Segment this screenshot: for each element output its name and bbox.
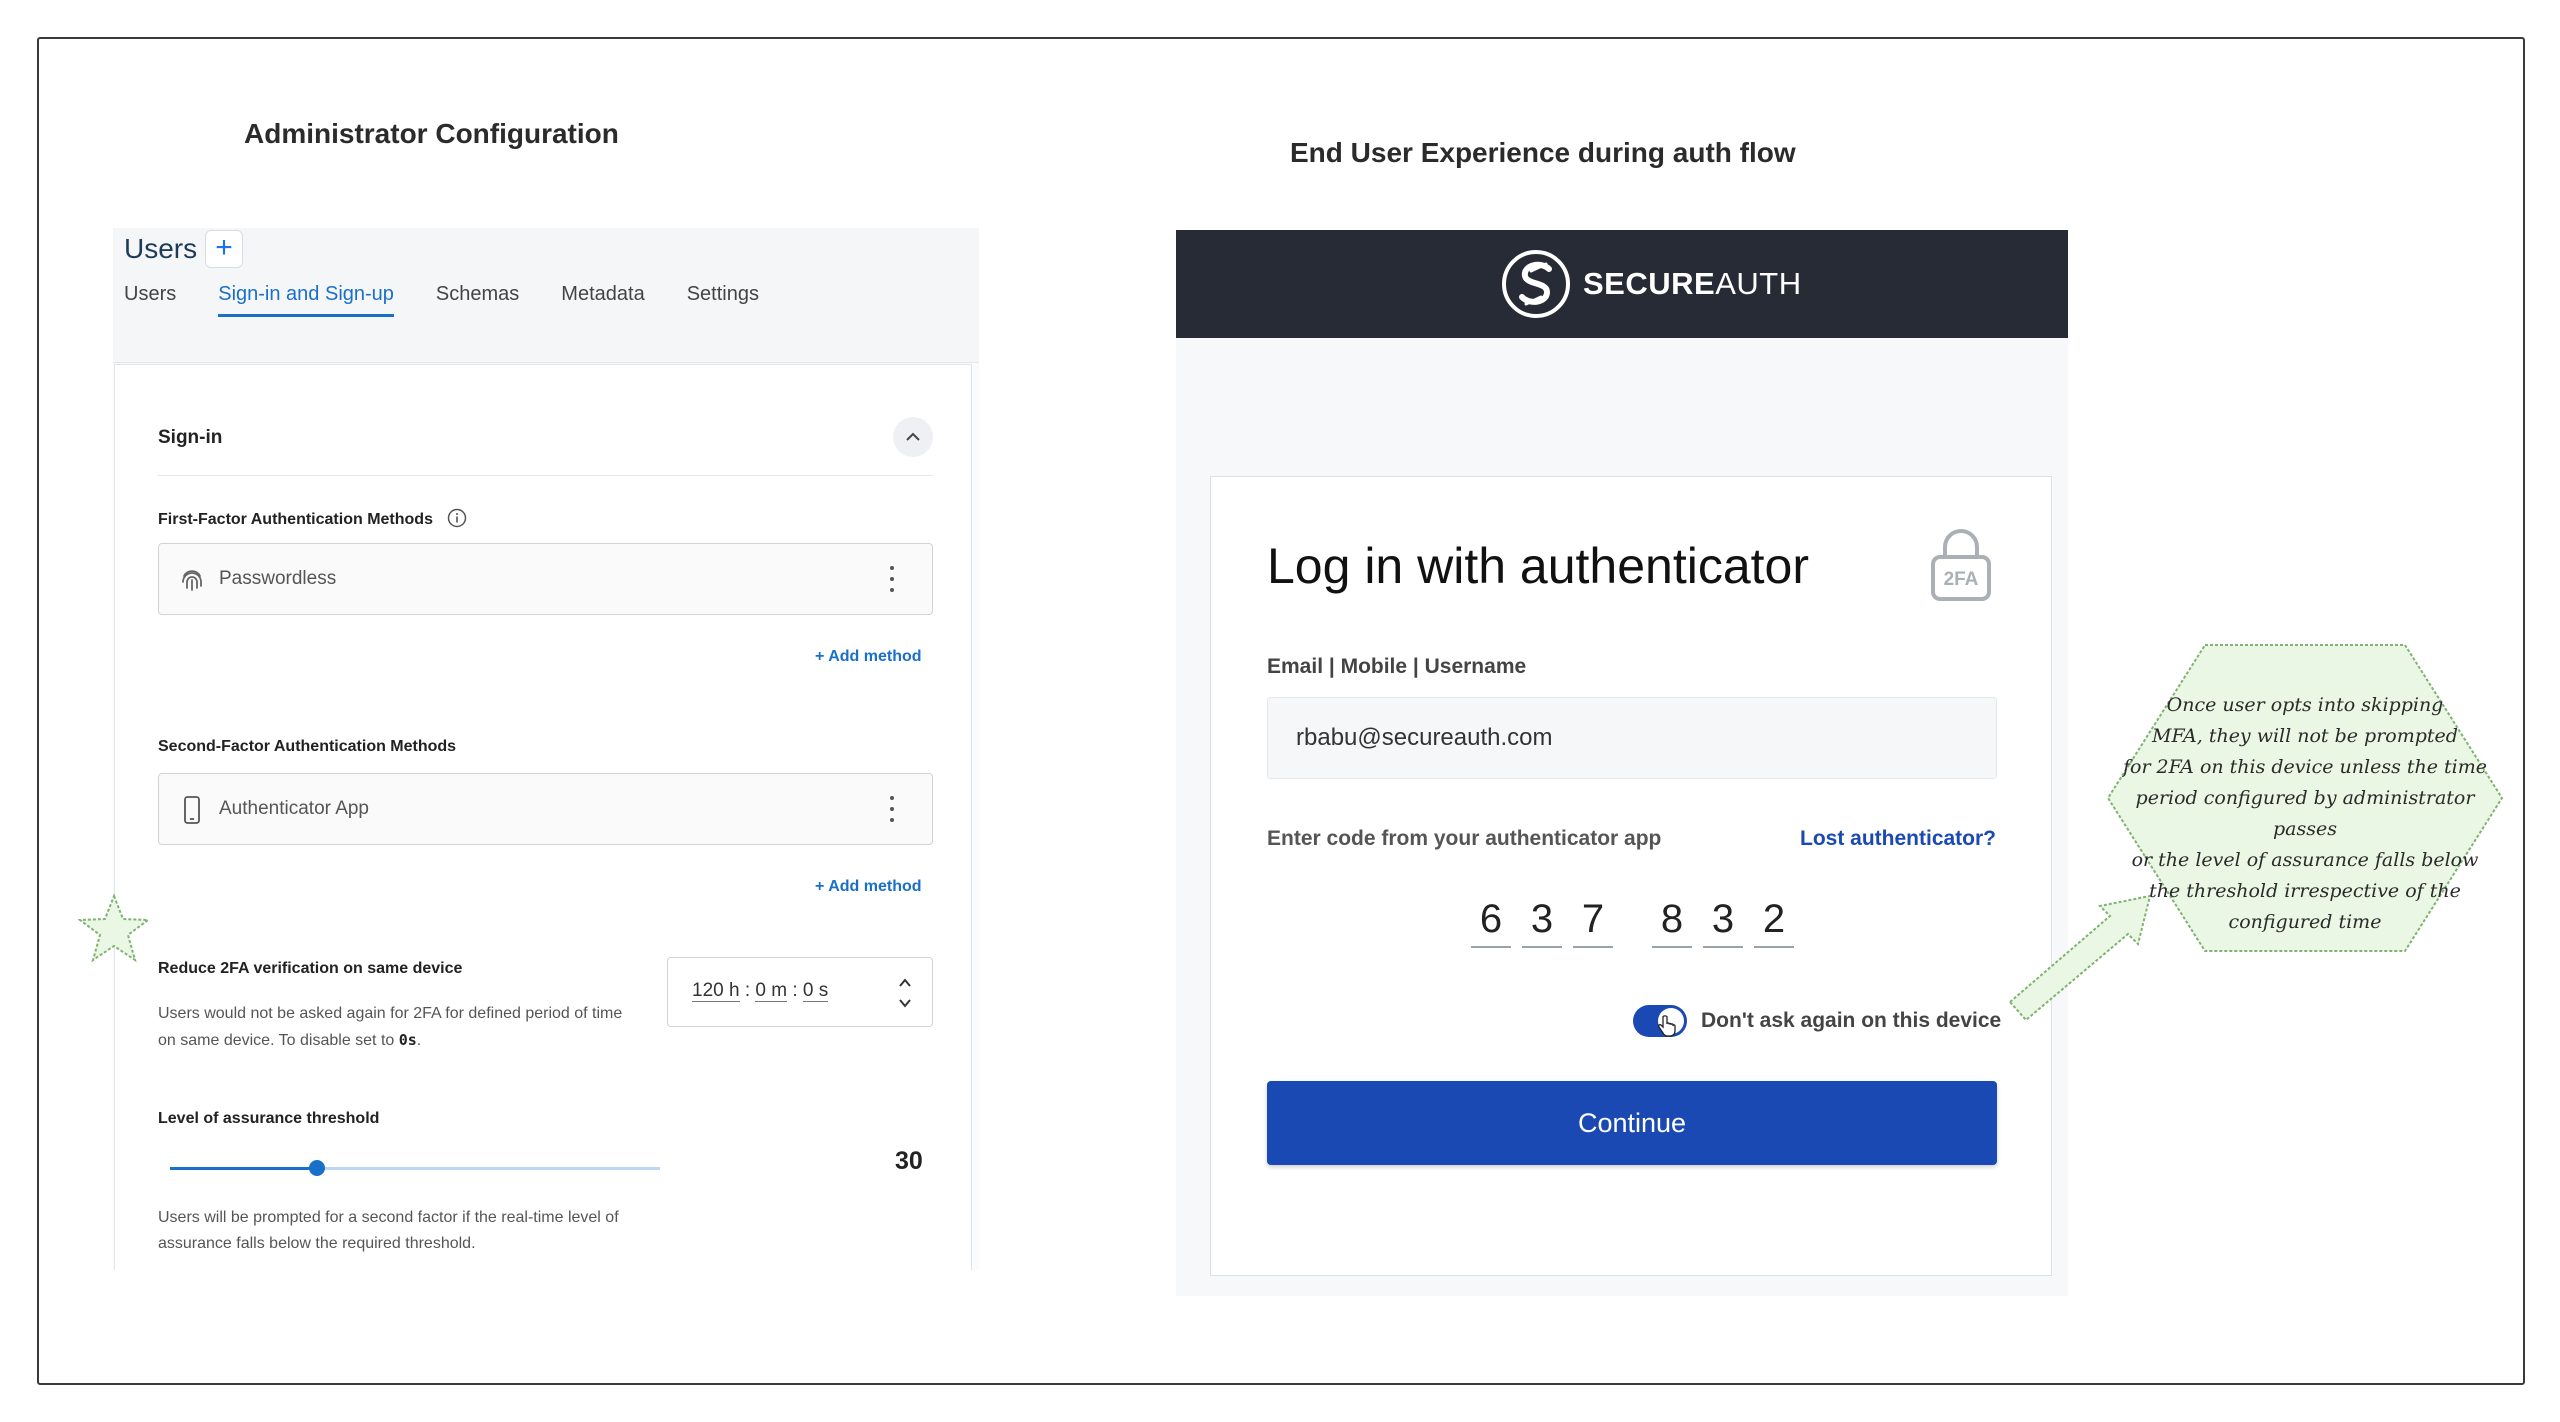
second-factor-method-label: Authenticator App bbox=[219, 798, 369, 819]
add-second-factor-method-link[interactable]: + Add method bbox=[815, 878, 922, 896]
otp-digit[interactable]: 6 bbox=[1471, 897, 1511, 948]
reduce-2fa-label: Reduce 2FA verification on same device bbox=[158, 960, 463, 977]
remember-device-label: Don't ask again on this device bbox=[1701, 1009, 2002, 1032]
first-factor-label: First-Factor Authentication Methods bbox=[158, 508, 467, 529]
end-user-heading: End User Experience during auth flow bbox=[1290, 137, 1796, 168]
add-first-factor-method-link[interactable]: + Add method bbox=[815, 648, 922, 666]
assurance-description: Users will be prompted for a second fact… bbox=[158, 1209, 619, 1252]
svg-text:2FA: 2FA bbox=[1944, 569, 1979, 590]
continue-button[interactable]: Continue bbox=[1267, 1081, 1997, 1165]
second-factor-label: Second-Factor Authentication Methods bbox=[158, 738, 457, 755]
sign-in-card: Sign-in First-Factor Authentication Meth… bbox=[114, 364, 972, 1270]
page-title: Users bbox=[124, 233, 198, 264]
admin-panel: Users + Users Sign-in and Sign-up Schema… bbox=[113, 228, 979, 1270]
collapse-button[interactable] bbox=[893, 417, 933, 457]
tab-users[interactable]: Users bbox=[124, 283, 176, 317]
otp-digit[interactable]: 7 bbox=[1573, 897, 1613, 948]
lock-2fa-icon: 2FA bbox=[1931, 529, 1991, 601]
section-divider bbox=[158, 475, 933, 476]
second-factor-method[interactable]: Authenticator App bbox=[158, 773, 933, 845]
admin-heading: Administrator Configuration bbox=[244, 118, 619, 149]
brand-header: SECUREAUTH bbox=[1176, 230, 2068, 338]
login-title: Log in with authenticator bbox=[1267, 538, 1810, 594]
more-options-icon[interactable] bbox=[888, 796, 896, 822]
otp-digit[interactable]: 2 bbox=[1754, 897, 1794, 948]
tab-settings[interactable]: Settings bbox=[687, 283, 759, 317]
tab-metadata[interactable]: Metadata bbox=[561, 283, 644, 317]
star-marker-icon bbox=[78, 893, 150, 963]
more-options-icon[interactable] bbox=[888, 566, 896, 592]
brand-logo: SECUREAUTH bbox=[1501, 247, 1802, 321]
chevron-up-icon bbox=[906, 432, 920, 441]
add-user-button[interactable]: + bbox=[205, 230, 243, 268]
fingerprint-icon bbox=[182, 570, 202, 591]
first-factor-method[interactable]: Passwordless bbox=[158, 543, 933, 615]
tab-bar: Users Sign-in and Sign-up Schemas Metada… bbox=[124, 283, 801, 317]
assurance-value: 30 bbox=[895, 1147, 923, 1175]
assurance-slider[interactable] bbox=[170, 1160, 660, 1176]
secureauth-logo-icon bbox=[1502, 250, 1570, 318]
tab-sign-in-and-sign-up[interactable]: Sign-in and Sign-up bbox=[218, 283, 394, 317]
slider-fill bbox=[170, 1167, 317, 1170]
reduce-2fa-description: Users would not be asked again for 2FA f… bbox=[158, 1005, 623, 1049]
duration-input[interactable]: 120 h : 0 m : 0 s bbox=[667, 957, 933, 1027]
first-factor-method-label: Passwordless bbox=[219, 568, 337, 589]
otp-digit[interactable]: 3 bbox=[1522, 897, 1562, 948]
info-icon[interactable] bbox=[447, 508, 467, 528]
admin-header: Users + Users Sign-in and Sign-up Schema… bbox=[113, 228, 979, 363]
code-label: Enter code from your authenticator app bbox=[1267, 827, 1662, 850]
phone-icon bbox=[184, 796, 200, 824]
tab-schemas[interactable]: Schemas bbox=[436, 283, 519, 317]
end-user-panel: SECUREAUTH Log in with authenticator 2FA… bbox=[1176, 230, 2068, 1296]
otp-code-input[interactable]: 6 3 7 8 3 2 bbox=[1471, 897, 1805, 948]
minutes-field[interactable]: 0 m bbox=[755, 980, 788, 1002]
slider-thumb[interactable] bbox=[309, 1160, 325, 1176]
assurance-label: Level of assurance threshold bbox=[158, 1110, 380, 1127]
hand-pointer-icon bbox=[1658, 1015, 1676, 1037]
email-field[interactable] bbox=[1267, 697, 1997, 779]
login-card: Log in with authenticator 2FA Email | Mo… bbox=[1210, 476, 2052, 1276]
stepper-icon[interactable] bbox=[898, 974, 912, 1012]
otp-digit[interactable]: 8 bbox=[1652, 897, 1692, 948]
otp-digit[interactable]: 3 bbox=[1703, 897, 1743, 948]
remember-device-toggle[interactable] bbox=[1633, 1005, 1687, 1037]
identifier-label: Email | Mobile | Username bbox=[1267, 655, 1527, 678]
section-title: Sign-in bbox=[158, 427, 223, 448]
hours-field[interactable]: 120 h bbox=[692, 980, 740, 1002]
lost-authenticator-link[interactable]: Lost authenticator? bbox=[1800, 827, 1996, 851]
annotation-text: Once user opts into skipping MFA, they w… bbox=[2122, 694, 2488, 933]
seconds-field[interactable]: 0 s bbox=[802, 980, 829, 1002]
remember-device-row: Don't ask again on this device bbox=[1633, 1005, 2001, 1037]
